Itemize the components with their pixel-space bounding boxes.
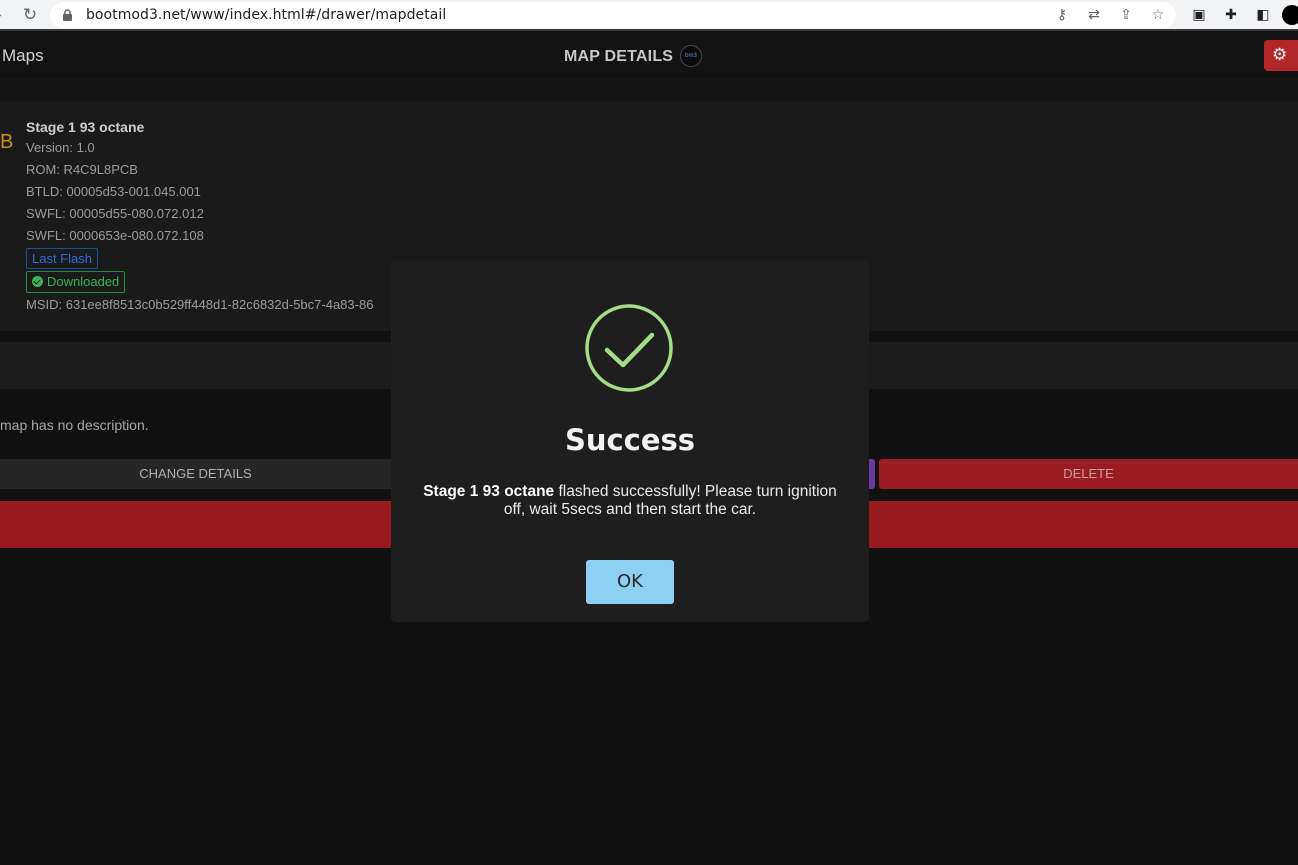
change-details-button[interactable]: CHANGE DETAILS	[0, 459, 391, 489]
header-divider	[0, 78, 1298, 101]
key-icon[interactable]: ⚷	[1053, 6, 1071, 24]
map-btld: BTLD: 00005d53-001.045.001	[26, 184, 201, 199]
dialog-title: Success	[564, 423, 696, 457]
side-panel-icon[interactable]: ◧	[1254, 6, 1272, 24]
url-text[interactable]: bootmod3.net/www/index.html#/drawer/mapd…	[86, 7, 446, 23]
profile-avatar[interactable]	[1282, 5, 1298, 25]
lock-icon[interactable]	[62, 9, 73, 21]
downloaded-badge: Downloaded	[26, 271, 126, 293]
forward-icon[interactable]: ›	[0, 6, 10, 24]
settings-button[interactable]: ⚙	[1264, 40, 1298, 71]
dialog-message-text: flashed successfully! Please turn igniti…	[503, 483, 837, 518]
dialog-map-name: Stage 1 93 octane	[423, 483, 555, 500]
share-icon[interactable]: ⇪	[1117, 6, 1135, 24]
address-bar[interactable]: bootmod3.net/www/index.html#/drawer/mapd…	[50, 2, 1176, 28]
map-msid: MSID: 631ee8f8513c0b529ff448d1-82c6832d-…	[26, 297, 374, 312]
last-flash-badge: Last Flash	[26, 248, 98, 269]
page-title: MAP DETAILS	[564, 48, 674, 65]
map-version: Version: 1.0	[26, 140, 95, 155]
map-swfl-2: SWFL: 0000653e-080.072.108	[26, 228, 204, 243]
success-check-icon	[585, 304, 673, 392]
reload-icon[interactable]: ↻	[20, 5, 40, 25]
gear-icon: ⚙	[1272, 45, 1288, 65]
bm3-logo-icon: bm3	[680, 45, 702, 67]
bookmark-star-icon[interactable]: ☆	[1149, 6, 1167, 24]
check-circle-icon	[32, 276, 43, 287]
screenshot-extension-icon[interactable]: ▣	[1190, 6, 1208, 24]
browser-toolbar: › ↻ bootmod3.net/www/index.html#/drawer/…	[0, 0, 1298, 31]
extensions-puzzle-icon[interactable]: ✚	[1222, 6, 1240, 24]
map-rom: ROM: R4C9L8PCB	[26, 162, 138, 177]
ok-button[interactable]: OK	[586, 560, 674, 604]
app-header: Maps MAP DETAILS bm3 ⚙	[0, 33, 1298, 78]
dialog-message: Stage 1 93 octane flashed successfully! …	[411, 483, 849, 519]
map-swfl-1: SWFL: 00005d55-080.072.012	[26, 206, 204, 221]
map-name: Stage 1 93 octane	[26, 119, 145, 135]
bootmod-logo-icon: B	[0, 131, 14, 153]
map-description: map has no description.	[0, 417, 149, 433]
downloaded-label: Downloaded	[47, 274, 120, 289]
delete-button[interactable]: DELETE	[879, 459, 1298, 489]
translate-icon[interactable]: ⇄	[1085, 6, 1103, 24]
success-dialog: Success Stage 1 93 octane flashed succes…	[391, 260, 869, 622]
maps-back-link[interactable]: Maps	[2, 46, 44, 66]
